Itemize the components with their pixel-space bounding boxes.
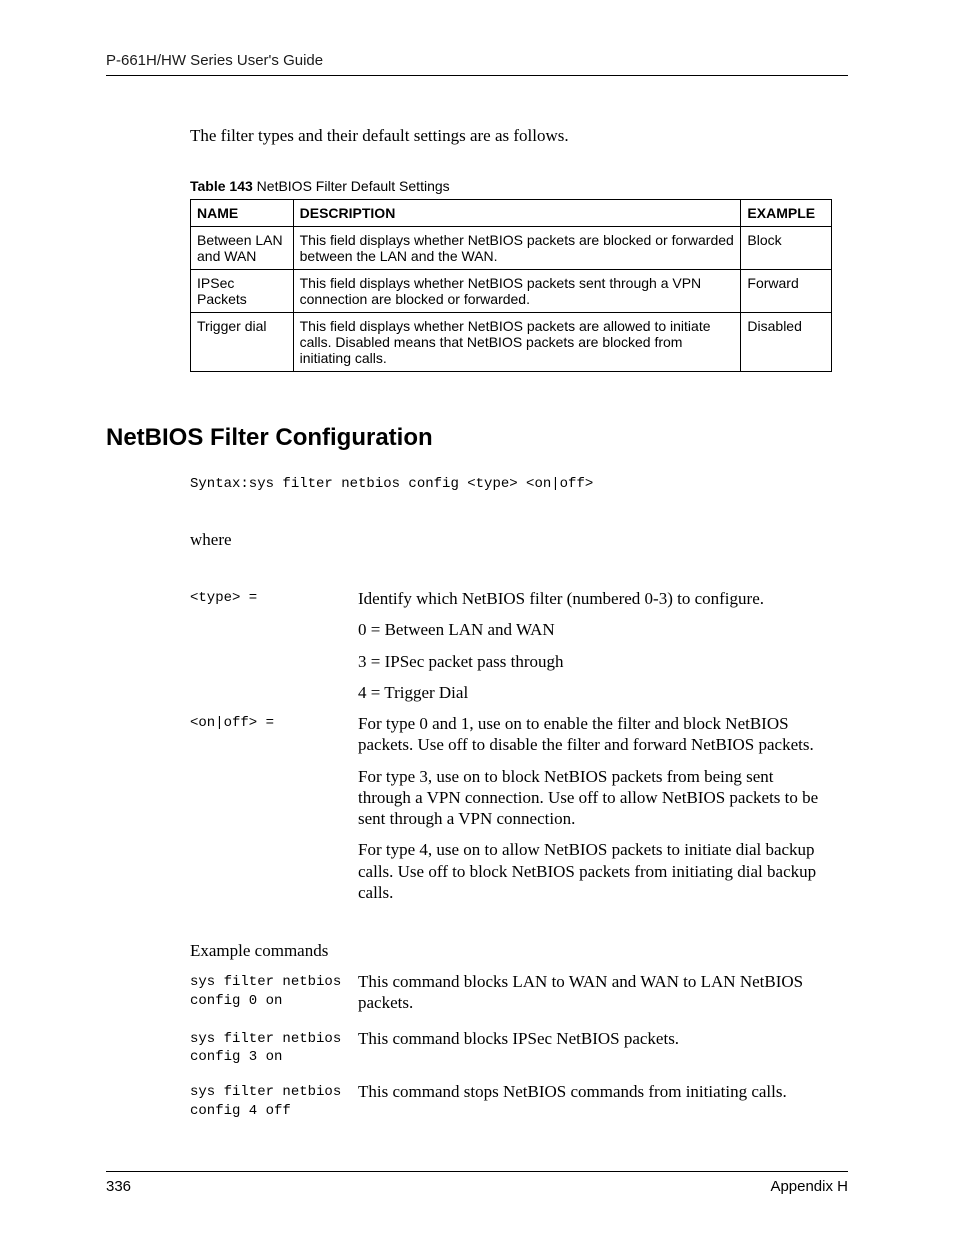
section-title: NetBIOS Filter Configuration [106, 424, 848, 452]
cell-example: Disabled [741, 313, 832, 372]
example-desc: This command stops NetBIOS commands from… [358, 1081, 830, 1102]
table-row: Trigger dial This field displays whether… [191, 313, 832, 372]
def-para: 0 = Between LAN and WAN [358, 619, 830, 640]
example-command: sys filter netbios config 4 off [190, 1081, 358, 1121]
examples-list: sys filter netbios config 0 on This comm… [190, 971, 830, 1121]
definition-list: <type> = Identify which NetBIOS filter (… [190, 588, 830, 913]
table-row: IPSec Packets This field displays whethe… [191, 270, 832, 313]
definition-row: <type> = Identify which NetBIOS filter (… [190, 588, 830, 713]
page-footer: 336 Appendix H [106, 1171, 848, 1195]
syntax-line: Syntax:sys filter netbios config <type> … [190, 476, 848, 492]
def-para: Identify which NetBIOS filter (numbered … [358, 588, 830, 609]
cell-name: IPSec Packets [191, 270, 294, 313]
example-desc: This command blocks IPSec NetBIOS packet… [358, 1028, 830, 1049]
def-body: For type 0 and 1, use on to enable the f… [358, 713, 830, 913]
table-number: Table 143 [190, 178, 253, 194]
appendix-label: Appendix H [770, 1178, 848, 1195]
example-row: sys filter netbios config 0 on This comm… [190, 971, 830, 1014]
table-caption-text: NetBIOS Filter Default Settings [253, 178, 450, 194]
def-body: Identify which NetBIOS filter (numbered … [358, 588, 830, 713]
intro-paragraph: The filter types and their default setti… [190, 126, 848, 146]
cell-example: Block [741, 227, 832, 270]
definition-row: <on|off> = For type 0 and 1, use on to e… [190, 713, 830, 913]
cell-desc: This field displays whether NetBIOS pack… [293, 227, 741, 270]
col-header-desc: DESCRIPTION [293, 200, 741, 227]
col-header-example: EXAMPLE [741, 200, 832, 227]
cell-desc: This field displays whether NetBIOS pack… [293, 270, 741, 313]
cell-desc: This field displays whether NetBIOS pack… [293, 313, 741, 372]
def-para: 3 = IPSec packet pass through [358, 651, 830, 672]
example-desc: This command blocks LAN to WAN and WAN t… [358, 971, 830, 1014]
def-term: <on|off> = [190, 713, 358, 731]
def-para: For type 0 and 1, use on to enable the f… [358, 713, 830, 756]
table-row: Between LAN and WAN This field displays … [191, 227, 832, 270]
example-command: sys filter netbios config 3 on [190, 1028, 358, 1068]
def-para: For type 4, use on to allow NetBIOS pack… [358, 839, 830, 903]
where-label: where [190, 530, 848, 550]
table-caption: Table 143 NetBIOS Filter Default Setting… [190, 178, 848, 194]
col-header-name: NAME [191, 200, 294, 227]
example-row: sys filter netbios config 4 off This com… [190, 1081, 830, 1121]
examples-header: Example commands [190, 941, 848, 961]
cell-name: Trigger dial [191, 313, 294, 372]
page-number: 336 [106, 1178, 131, 1195]
example-command: sys filter netbios config 0 on [190, 971, 358, 1011]
netbios-filter-table: NAME DESCRIPTION EXAMPLE Between LAN and… [190, 199, 832, 372]
table-header-row: NAME DESCRIPTION EXAMPLE [191, 200, 832, 227]
def-term: <type> = [190, 588, 358, 606]
page-header: P-661H/HW Series User's Guide [106, 52, 848, 76]
cell-example: Forward [741, 270, 832, 313]
cell-name: Between LAN and WAN [191, 227, 294, 270]
def-para: For type 3, use on to block NetBIOS pack… [358, 766, 830, 830]
example-row: sys filter netbios config 3 on This comm… [190, 1028, 830, 1068]
def-para: 4 = Trigger Dial [358, 682, 830, 703]
